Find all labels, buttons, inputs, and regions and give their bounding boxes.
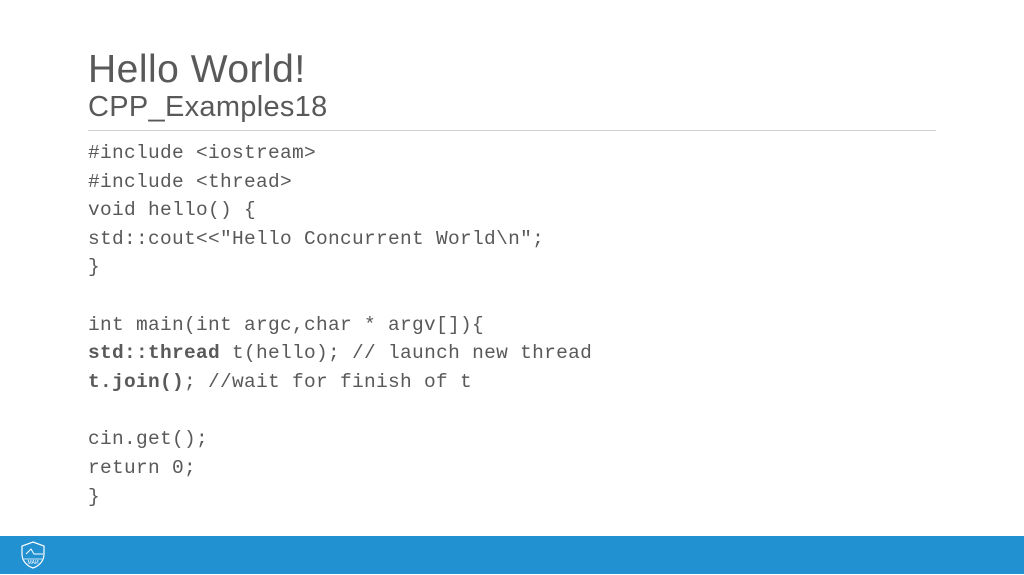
code-block: #include <iostream>#include <thread>void…	[88, 139, 936, 512]
title-divider	[88, 130, 936, 131]
code-line: }	[88, 483, 936, 512]
code-line	[88, 397, 936, 426]
footer-bar: МАИ	[0, 536, 1024, 574]
code-line: }	[88, 253, 936, 282]
code-bold: t.join()	[88, 371, 184, 393]
code-line: t.join(); //wait for finish of t	[88, 368, 936, 397]
code-line: int main(int argc,char * argv[]){	[88, 311, 936, 340]
code-line: cin.get();	[88, 425, 936, 454]
slide-content: Hello World! CPP_Examples18 #include <io…	[0, 0, 1024, 511]
mai-shield-icon: МАИ	[18, 540, 48, 570]
code-line: #include <iostream>	[88, 139, 936, 168]
code-line: void hello() {	[88, 196, 936, 225]
code-line	[88, 282, 936, 311]
code-text: t(hello); // launch new thread	[220, 342, 592, 364]
code-bold: std::thread	[88, 342, 220, 364]
code-text: ; //wait for finish of t	[184, 371, 472, 393]
code-line: std::cout<<"Hello Concurrent World\n";	[88, 225, 936, 254]
svg-text:МАИ: МАИ	[27, 560, 39, 566]
code-line: return 0;	[88, 454, 936, 483]
code-line: std::thread t(hello); // launch new thre…	[88, 339, 936, 368]
code-line: #include <thread>	[88, 168, 936, 197]
slide-title: Hello World!	[88, 48, 936, 93]
slide-subtitle: CPP_Examples18	[88, 91, 936, 124]
